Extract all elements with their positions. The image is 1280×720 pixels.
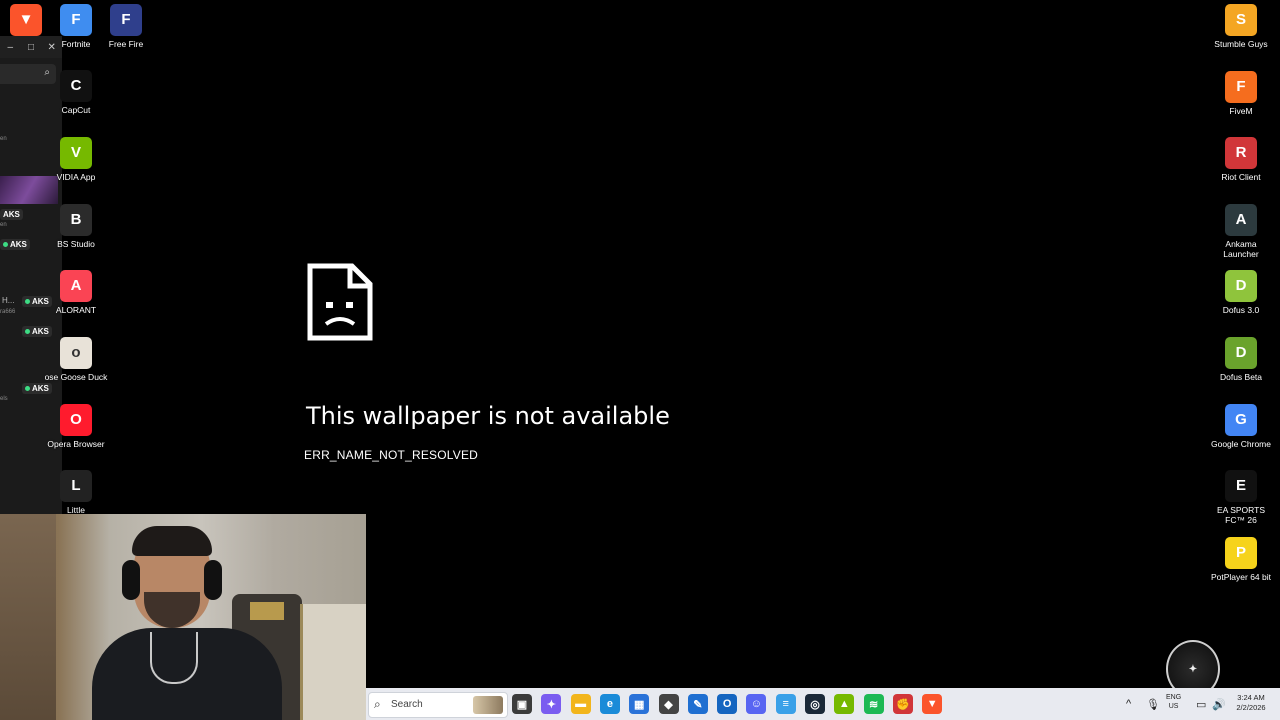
network-icon[interactable]: ▭ [1196,688,1206,720]
nvidia-icon: V [60,137,92,169]
desktop-shortcut[interactable]: V VIDIA App [44,137,108,182]
outlook-icon[interactable]: O [717,694,738,714]
language-indicator[interactable]: ENG US [1166,693,1181,711]
taskbar-search-placeholder: Search [391,699,423,710]
panel-username: ra666 [0,309,16,315]
desktop-icon-label: ALORANT [55,305,97,315]
time: 3:24 AM [1237,693,1265,702]
chevron-up-icon[interactable]: ^ [1126,688,1131,720]
goose-goose-duck-icon: o [60,337,92,369]
desktop-shortcut[interactable]: O Opera Browser [44,404,108,449]
desktop-icon-label: BS Studio [57,239,95,249]
nvidia-taskbar-icon[interactable]: ▲ [834,694,855,714]
panel-text-fragment: en [0,136,7,142]
maximize-icon[interactable]: □ [21,42,42,53]
panel-text-fragment: H... [2,296,15,305]
visual-studio-code-icon[interactable]: ✎ [687,694,708,714]
aks-badge: AKS [0,209,23,220]
desktop-icon-label: VIDIA App [56,172,96,182]
broken-page-icon [307,263,373,341]
brave-icon: ▼ [10,4,42,36]
headphones-icon [122,560,140,600]
taskbar: ⌕ Search ▣ ✦ ▬ e ▦ ◆ ✎ O ☺ ≡ ◎ ▲ ≋ ✊ ▼ ^ 🎙 ENG US ▭ 🔊 … [366,688,1280,720]
desktop-shortcut[interactable]: C CapCut [44,70,108,115]
dofus-icon: D [1225,270,1257,303]
ankama-launcher-icon: A [1225,203,1257,236]
fivem-icon: F [1225,70,1257,103]
file-explorer-icon[interactable]: ▬ [570,694,591,714]
bookshelf [0,514,56,720]
search-icon: ⌕ [374,697,381,711]
aks-badge: AKS [0,239,30,250]
desktop-icon-label: Opera Browser [47,439,105,449]
app-cube-icon[interactable]: ◆ [658,694,679,714]
taskbar-search-box[interactable]: ⌕ Search [368,692,508,718]
desktop-icon-label: ose Goose Duck [44,372,108,382]
minimize-icon[interactable]: – [0,42,21,53]
capcut-icon: C [60,70,92,102]
opera-icon: O [60,404,92,436]
streamer [92,526,282,720]
desktop-icon-label: Ankama Launcher [1223,238,1259,259]
desktop-icon-label: Google Chrome [1210,438,1271,449]
desktop-shortcut[interactable]: D Dofus Beta [1209,337,1273,382]
desktop-icon-label: Stumble Guys [1214,39,1268,49]
microsoft-store-icon[interactable]: ▦ [629,694,650,714]
desktop-shortcut[interactable]: A Ankama Launcher [1209,203,1273,259]
aks-badge: AKS [22,383,52,394]
desktop-shortcut[interactable]: o ose Goose Duck [44,337,108,382]
aks-badge: AKS [22,326,52,337]
desktop-shortcut[interactable]: S Stumble Guys [1209,4,1273,49]
copilot-icon[interactable]: ✦ [541,694,562,714]
desktop-icon-label: EA SPORTS FC™ 26 [1216,505,1266,526]
desktop-icon-label: Riot Client [1221,172,1261,183]
date: 2/2/2026 [1236,703,1266,712]
volume-icon[interactable]: 🔊 [1212,688,1226,720]
error-code: ERR_NAME_NOT_RESOLVED [304,448,479,462]
desktop-shortcut[interactable]: F Free Fire [94,4,158,49]
discord-icon[interactable]: ☺ [746,694,767,714]
desktop-icon-label: CapCut [61,105,91,115]
fortnite-icon: F [60,4,92,36]
stumble-guys-icon: S [1225,4,1257,36]
desktop-icon-label: PotPlayer 64 bit [1210,571,1271,582]
brave-taskbar-icon[interactable]: ▼ [922,694,943,714]
riot-client-icon: R [1225,137,1257,170]
desktop-shortcut[interactable]: F FiveM [1209,70,1273,116]
free-fire-icon: F [110,4,142,36]
riot-taskbar-icon[interactable]: ✊ [892,694,913,714]
potplayer-icon: P [1225,536,1257,569]
valorant-icon: A [60,270,92,302]
desktop-icon-label: Dofus 3.0 [1222,305,1260,316]
notepad-icon[interactable]: ≡ [775,694,796,714]
clock[interactable]: 3:24 AM 2/2/2026 [1232,693,1270,713]
steam-icon[interactable]: ◎ [805,694,825,714]
desktop-icon-label: Free Fire [108,39,144,49]
task-view-icon[interactable]: ▣ [512,694,532,714]
panel-text-fragment: els [0,396,8,402]
edge-icon[interactable]: e [599,694,620,714]
dofus-beta-icon: D [1225,337,1257,369]
chrome-icon: G [1225,403,1257,436]
picture-frame [300,604,366,720]
little-nightmares-icon: L [60,470,92,502]
desktop-shortcut[interactable]: B BS Studio [44,204,108,249]
search-highlight-image [473,696,503,714]
desktop-icon-label: FiveM [1229,105,1253,116]
ea-sports-fc-icon: E [1225,470,1257,503]
error-title: This wallpaper is not available [306,402,670,430]
desktop-shortcut[interactable]: A ALORANT [44,270,108,315]
obs-studio-icon: B [60,204,92,236]
desktop-shortcut[interactable]: D Dofus 3.0 [1209,270,1273,315]
desktop-shortcut[interactable]: L Little [44,470,108,515]
webcam-feed [0,514,366,720]
desktop-shortcut[interactable]: R Riot Client [1209,137,1273,182]
microphone-icon[interactable]: 🎙 [1146,688,1160,720]
desktop-shortcut[interactable]: P PotPlayer 64 bit [1209,536,1273,582]
panel-text-fragment: en [0,222,7,228]
desktop-shortcut[interactable]: G Google Chrome [1209,403,1273,449]
desktop-icon-label: Dofus Beta [1219,372,1263,382]
spotify-icon[interactable]: ≋ [863,694,884,714]
desktop-shortcut[interactable]: E EA SPORTS FC™ 26 [1209,470,1273,525]
